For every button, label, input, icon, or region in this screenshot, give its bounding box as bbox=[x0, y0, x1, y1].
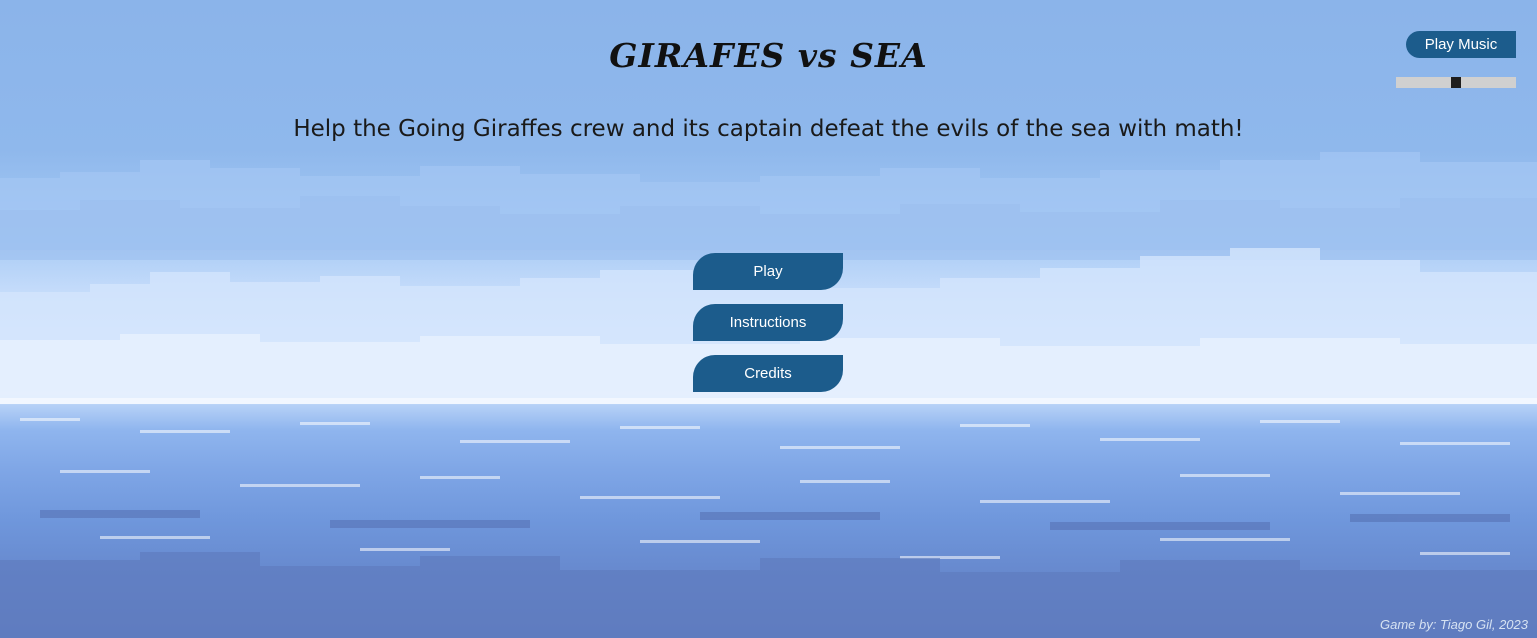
game-title: GIRAFES vs SEA bbox=[609, 36, 928, 75]
play-music-button[interactable]: Play Music bbox=[1406, 31, 1516, 58]
credits-button[interactable]: Credits bbox=[693, 355, 843, 392]
game-subtitle: Help the Going Giraffes crew and its cap… bbox=[293, 116, 1244, 142]
play-button[interactable]: Play bbox=[693, 253, 843, 290]
instructions-button[interactable]: Instructions bbox=[693, 304, 843, 341]
volume-slider-thumb[interactable] bbox=[1451, 77, 1461, 88]
volume-slider[interactable] bbox=[1396, 77, 1516, 88]
footer-credit: Game by: Tiago Gil, 2023 bbox=[1379, 617, 1528, 632]
